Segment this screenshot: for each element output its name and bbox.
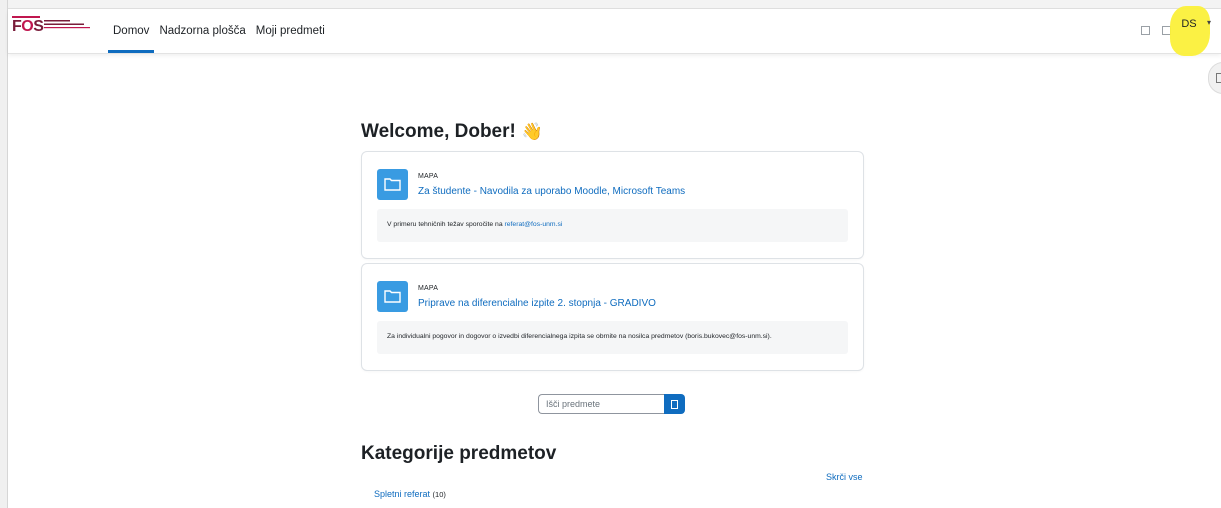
- card-description-text: V primeru tehničnih težav sporočite na r…: [387, 221, 563, 228]
- window-frame-top: [0, 0, 1221, 9]
- welcome-heading: Welcome, Dober! 👋: [361, 121, 544, 142]
- notification-icon[interactable]: [1141, 26, 1150, 35]
- card-description-text: Za individualni pogovor in dogovor o izv…: [387, 333, 772, 340]
- logo-subtitle-graphic: [44, 20, 90, 29]
- folder-card: MAPA Za študente - Navodila za uporabo M…: [361, 151, 864, 259]
- card-kind-label: MAPA: [418, 173, 439, 180]
- folder-icon: [377, 281, 408, 312]
- logo-wordmark: FOS: [12, 18, 44, 35]
- category-item: Spletni referat (10): [374, 489, 446, 499]
- course-search: [538, 394, 685, 416]
- navbar-icons: [1141, 26, 1171, 35]
- course-search-input[interactable]: [538, 394, 664, 414]
- user-avatar[interactable]: DS: [1178, 14, 1200, 34]
- course-search-button[interactable]: [664, 394, 685, 414]
- categories-heading: Kategorije predmetov: [361, 443, 557, 464]
- waving-hand-icon: 👋: [521, 122, 544, 141]
- card-title-link[interactable]: Za študente - Navodila za uporabo Moodle…: [418, 186, 685, 197]
- card-description: Za individualni pogovor in dogovor o izv…: [377, 321, 848, 354]
- drawer-icon: [1216, 73, 1221, 83]
- search-icon: [671, 400, 678, 409]
- nav-link-home[interactable]: Domov: [108, 9, 155, 53]
- card-title-link[interactable]: Priprave na diferencialne izpite 2. stop…: [418, 298, 656, 309]
- user-menu-caret-icon[interactable]: ▾: [1207, 18, 1211, 27]
- block-drawer-toggle[interactable]: [1208, 62, 1221, 94]
- card-kind-label: MAPA: [418, 285, 439, 292]
- logo-subtitle: [44, 19, 94, 32]
- nav-link-my-courses[interactable]: Moji predmeti: [251, 9, 330, 53]
- card-description: V primeru tehničnih težav sporočite na r…: [377, 209, 848, 242]
- fos-logo[interactable]: FOS: [12, 16, 92, 44]
- category-link[interactable]: Spletni referat: [374, 489, 430, 499]
- email-link[interactable]: referat@fos-unm.si: [505, 221, 563, 228]
- folder-card: MAPA Priprave na diferencialne izpite 2.…: [361, 263, 864, 371]
- collapse-all-link[interactable]: Skrči vse: [826, 472, 863, 482]
- top-navbar: FOS Domov Nadzorna plošča Moji predmeti: [8, 9, 1221, 54]
- nav-link-dashboard[interactable]: Nadzorna plošča: [154, 9, 250, 53]
- window-frame-left: [0, 0, 8, 508]
- category-count: (10): [432, 490, 446, 499]
- folder-icon: [377, 169, 408, 200]
- primary-navigation: Domov Nadzorna plošča Moji predmeti: [108, 9, 330, 53]
